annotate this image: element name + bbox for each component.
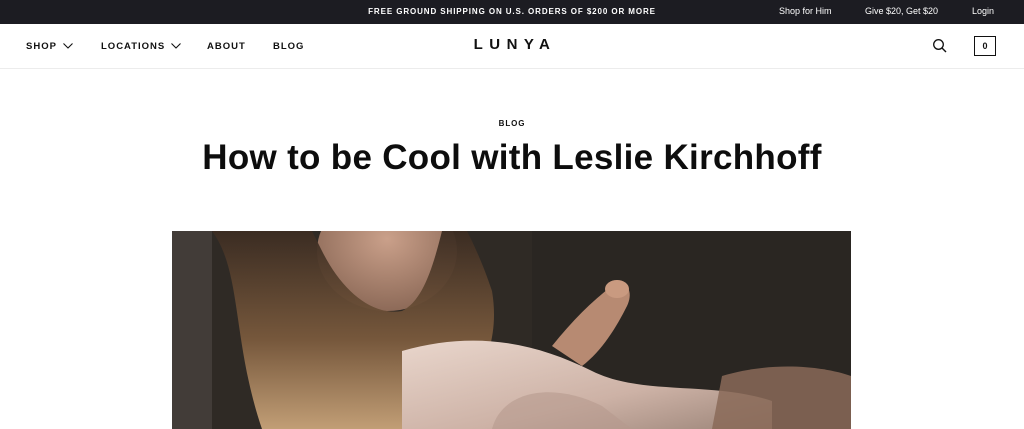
brand-logo[interactable]: LUNYA (0, 36, 1024, 53)
article-title: How to be Cool with Leslie Kirchhoff (202, 138, 822, 177)
hero-image (172, 231, 851, 429)
shop-for-him-link[interactable]: Shop for Him (779, 6, 832, 16)
cart-button[interactable]: 0 (974, 36, 996, 56)
cart-count: 0 (982, 41, 988, 51)
search-icon[interactable] (932, 38, 948, 54)
login-link[interactable]: Login (972, 6, 994, 16)
main-nav: SHOP LOCATIONS ABOUT BLOG LUNYA 0 (0, 24, 1024, 69)
referral-link[interactable]: Give $20, Get $20 (865, 6, 938, 16)
article-category[interactable]: BLOG (0, 119, 1024, 128)
announcement-bar: FREE GROUND SHIPPING ON U.S. ORDERS OF $… (0, 0, 1024, 24)
